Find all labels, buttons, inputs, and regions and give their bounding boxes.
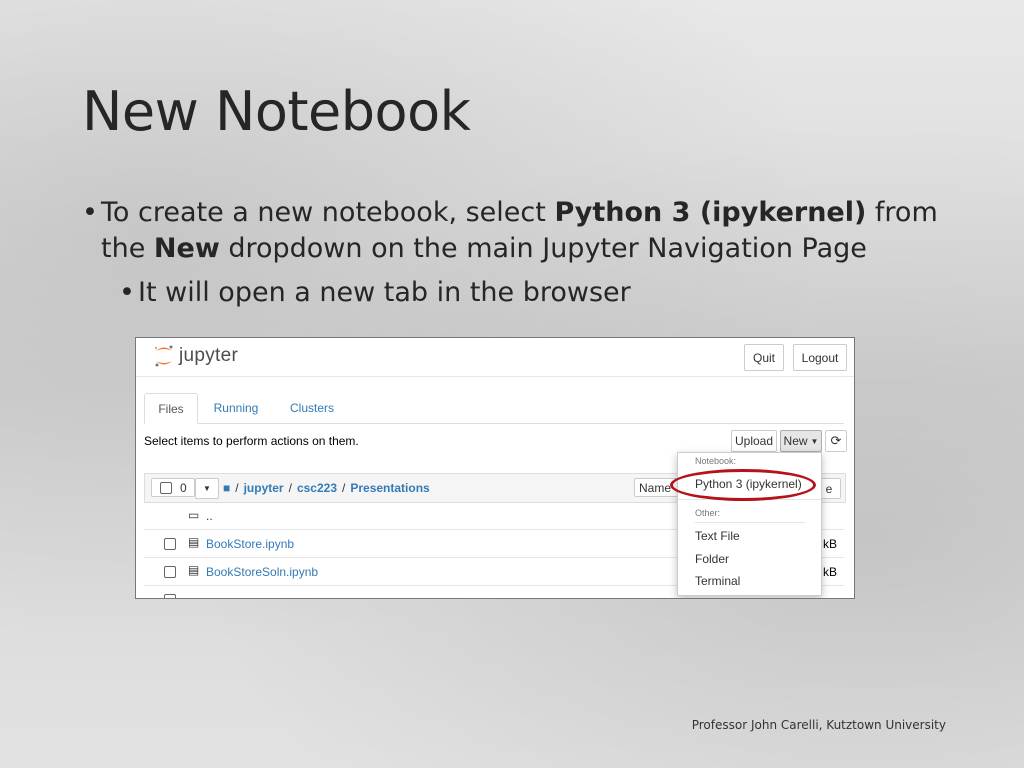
bullet-dot: • xyxy=(82,197,98,228)
tab-clusters[interactable]: Clusters xyxy=(284,393,340,422)
menu-item-folder[interactable]: Folder xyxy=(695,552,729,566)
jupyter-logo-icon xyxy=(153,344,175,368)
highlight-ring xyxy=(670,469,816,501)
sort-name-label: Name xyxy=(639,480,672,495)
select-all-checkbox[interactable] xyxy=(160,481,172,494)
dropdown-header-notebook: Notebook: xyxy=(695,456,737,466)
sort-size-partial-label: e xyxy=(825,481,833,496)
breadcrumb-csc223[interactable]: csc223 xyxy=(297,481,337,495)
file-size: kB xyxy=(822,537,837,551)
bullet1-bold-python: Python 3 (ipykernel) xyxy=(554,197,867,228)
breadcrumb: ■ / jupyter / csc223 / Presentations xyxy=(223,481,430,495)
notebook-icon: ▤ xyxy=(188,535,200,549)
bullet-item-1: • To create a new notebook, select Pytho… xyxy=(82,195,982,267)
refresh-icon: ⟳ xyxy=(830,433,842,448)
new-label: New xyxy=(783,434,808,448)
breadcrumb-sep: / xyxy=(235,481,239,495)
caret-down-icon: ▼ xyxy=(810,436,819,446)
new-dropdown-button[interactable]: New ▼ xyxy=(780,430,822,452)
bullet1-bold-new: New xyxy=(153,233,220,264)
caret-down-icon: ▼ xyxy=(203,484,211,493)
bullet-item-2: • It will open a new tab in the browser xyxy=(119,275,982,311)
folder-icon[interactable]: ■ xyxy=(223,481,230,495)
quit-button[interactable]: Quit xyxy=(744,344,784,371)
upload-button[interactable]: Upload xyxy=(731,430,777,452)
toolbar-hint: Select items to perform actions on them. xyxy=(144,434,359,448)
jupyter-logo[interactable]: jupyter xyxy=(153,344,238,368)
file-checkbox[interactable] xyxy=(164,566,176,578)
jupyter-logo-text: jupyter xyxy=(179,345,239,366)
slide-title: New Notebook xyxy=(82,80,471,143)
notebook-icon: ▤ xyxy=(188,563,200,577)
tab-bar: Files Running Clusters xyxy=(144,393,844,424)
slide-footer: Professor John Carelli, Kutztown Univers… xyxy=(691,718,946,732)
menu-item-terminal[interactable]: Terminal xyxy=(695,574,740,588)
bullet-dot: • xyxy=(119,277,135,308)
file-name[interactable]: BookStoreSoln.ipynb xyxy=(206,565,318,579)
file-name[interactable]: BookStore.ipynb xyxy=(206,537,294,551)
breadcrumb-jupyter[interactable]: jupyter xyxy=(244,481,284,495)
bullet1-text-a: To create a new notebook, select xyxy=(101,197,555,228)
menu-item-text-file[interactable]: Text File xyxy=(695,529,740,543)
select-all-button[interactable]: 0 xyxy=(151,478,195,497)
tab-running[interactable]: Running xyxy=(206,393,266,422)
tab-files[interactable]: Files xyxy=(144,393,198,424)
breadcrumb-sep: / xyxy=(288,481,292,495)
bullet2-text: It will open a new tab in the browser xyxy=(138,277,631,308)
dropdown-divider xyxy=(695,522,805,523)
logout-button[interactable]: Logout xyxy=(793,344,847,371)
breadcrumb-sep: / xyxy=(342,481,346,495)
file-checkbox[interactable] xyxy=(164,594,176,598)
bullet1-text-c: dropdown on the main Jupyter Navigation … xyxy=(219,233,867,264)
breadcrumb-presentations[interactable]: Presentations xyxy=(350,481,429,495)
folder-icon: ▭ xyxy=(188,508,200,522)
select-menu-button[interactable]: ▼ xyxy=(195,478,219,499)
jupyter-screenshot: jupyter Quit Logout Files Running Cluste… xyxy=(135,337,855,599)
file-size: kB xyxy=(822,565,837,579)
parent-dir-label: .. xyxy=(206,509,213,523)
refresh-button[interactable]: ⟳ xyxy=(825,430,847,452)
jupyter-header: jupyter Quit Logout xyxy=(136,338,854,377)
dropdown-header-other: Other: xyxy=(695,508,721,518)
bullet-list: • To create a new notebook, select Pytho… xyxy=(82,195,982,311)
select-count: 0 xyxy=(180,480,187,495)
file-checkbox[interactable] xyxy=(164,538,176,550)
